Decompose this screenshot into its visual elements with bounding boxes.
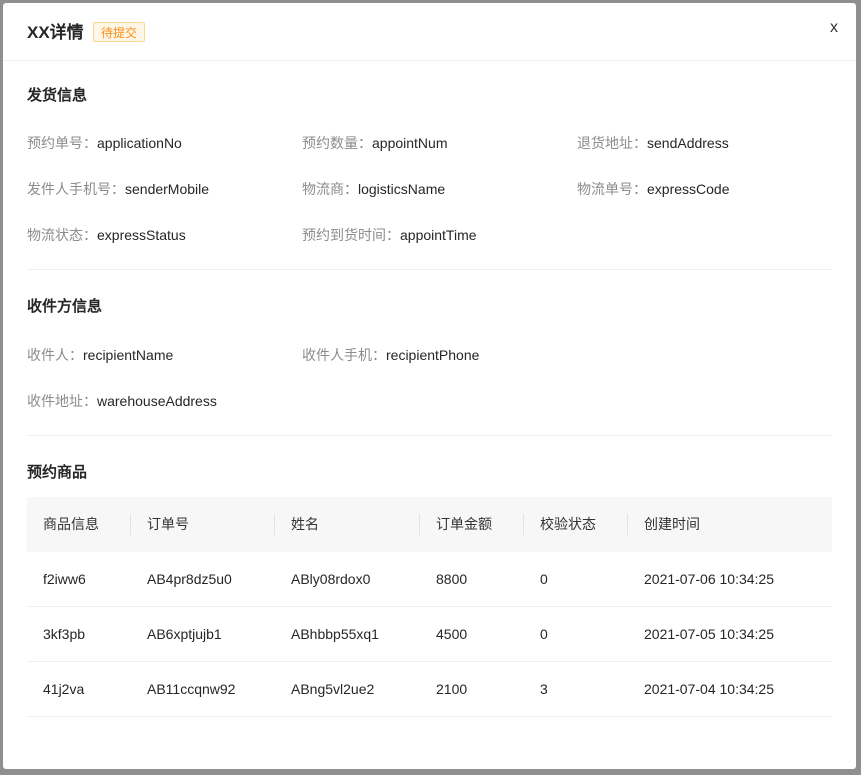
column-header-created-time: 创建时间 — [644, 516, 700, 532]
field-value: sendAddress — [647, 135, 729, 151]
field-recipient-phone: 收件人手机：recipientPhone — [302, 345, 479, 365]
field-value: expressStatus — [97, 227, 186, 243]
status-badge: 待提交 — [93, 22, 146, 42]
column-header-goods-info: 商品信息 — [43, 516, 99, 532]
table-header: 商品信息 订单号 姓名 订单金额 校验状态 创建时间 — [27, 497, 832, 552]
cell-goods-info: 3kf3pb — [43, 626, 86, 642]
field-label: 收件地址： — [27, 393, 97, 409]
column-separator — [274, 514, 275, 535]
field-value: logisticsName — [358, 181, 446, 197]
field-express-code: 物流单号：expressCode — [577, 179, 730, 199]
field-label: 发件人手机号： — [27, 181, 125, 197]
field-value: appointNum — [372, 135, 448, 151]
field-label: 物流商： — [302, 181, 358, 197]
cell-created-time: 2021-07-04 10:34:25 — [644, 681, 774, 697]
field-label: 预约数量： — [302, 135, 372, 151]
cell-order-amount: 8800 — [436, 571, 468, 587]
section-divider — [27, 435, 832, 436]
cell-order-no: AB4pr8dz5u0 — [147, 571, 232, 587]
column-header-order-amount: 订单金额 — [436, 516, 492, 532]
field-label: 收件人： — [27, 347, 83, 363]
field-value: expressCode — [647, 181, 730, 197]
detail-modal: XX详情 待提交 x 发货信息 预约单号：applicationNo 预约数量：… — [3, 3, 856, 769]
field-application-no: 预约单号：applicationNo — [27, 133, 182, 153]
field-value: appointTime — [400, 227, 477, 243]
cell-goods-info: 41j2va — [43, 681, 85, 697]
field-value: recipientName — [83, 347, 174, 363]
cell-order-no: AB11ccqnw92 — [147, 681, 236, 697]
field-appoint-num: 预约数量：appointNum — [302, 133, 448, 153]
field-label: 物流单号： — [577, 181, 647, 197]
field-value: senderMobile — [125, 181, 210, 197]
cell-order-amount: 2100 — [436, 681, 468, 697]
column-separator — [130, 514, 131, 535]
section-title-goods: 预约商品 — [27, 464, 88, 481]
cell-name: ABly08rdox0 — [291, 571, 371, 587]
field-warehouse-address: 收件地址：warehouseAddress — [27, 391, 217, 411]
table-row: f2iww6 AB4pr8dz5u0 ABly08rdox0 8800 0 20… — [27, 552, 832, 607]
column-header-check-status: 校验状态 — [540, 516, 596, 532]
column-separator — [627, 514, 628, 535]
cell-name: ABhbbp55xq1 — [291, 626, 379, 642]
goods-table: 商品信息 订单号 姓名 订单金额 校验状态 创建时间 f2iww6 AB4pr8… — [27, 497, 832, 717]
field-value: recipientPhone — [386, 347, 480, 363]
field-express-status: 物流状态：expressStatus — [27, 225, 186, 245]
cell-order-amount: 4500 — [436, 626, 468, 642]
cell-check-status: 0 — [540, 626, 548, 642]
modal-header: XX详情 待提交 x — [3, 3, 856, 61]
field-value: warehouseAddress — [97, 393, 217, 409]
cell-check-status: 3 — [540, 681, 548, 697]
column-header-name: 姓名 — [291, 516, 319, 532]
section-title-shipping: 发货信息 — [27, 87, 88, 104]
section-divider — [27, 269, 832, 270]
cell-check-status: 0 — [540, 571, 548, 587]
close-button[interactable]: x — [830, 18, 838, 38]
section-title-recipient: 收件方信息 — [27, 298, 103, 315]
field-label: 退货地址： — [577, 135, 647, 151]
cell-goods-info: f2iww6 — [43, 571, 86, 587]
field-value: applicationNo — [97, 135, 182, 151]
field-sender-mobile: 发件人手机号：senderMobile — [27, 179, 209, 199]
cell-created-time: 2021-07-06 10:34:25 — [644, 571, 774, 587]
cell-order-no: AB6xptjujb1 — [147, 626, 222, 642]
field-recipient-name: 收件人：recipientName — [27, 345, 173, 365]
cell-name: ABng5vl2ue2 — [291, 681, 375, 697]
field-label: 预约到货时间： — [302, 227, 400, 243]
modal-title: XX详情 — [27, 23, 84, 42]
column-separator — [523, 514, 524, 535]
field-logistics-name: 物流商：logisticsName — [302, 179, 445, 199]
field-label: 收件人手机： — [302, 347, 386, 363]
cell-created-time: 2021-07-05 10:34:25 — [644, 626, 774, 642]
field-label: 物流状态： — [27, 227, 97, 243]
field-label: 预约单号： — [27, 135, 97, 151]
column-separator — [419, 514, 420, 535]
field-appoint-time: 预约到货时间：appointTime — [302, 225, 477, 245]
table-row: 41j2va AB11ccqnw92 ABng5vl2ue2 2100 3 20… — [27, 662, 832, 717]
column-header-order-no: 订单号 — [147, 516, 189, 532]
table-row: 3kf3pb AB6xptjujb1 ABhbbp55xq1 4500 0 20… — [27, 607, 832, 662]
field-send-address: 退货地址：sendAddress — [577, 133, 729, 153]
